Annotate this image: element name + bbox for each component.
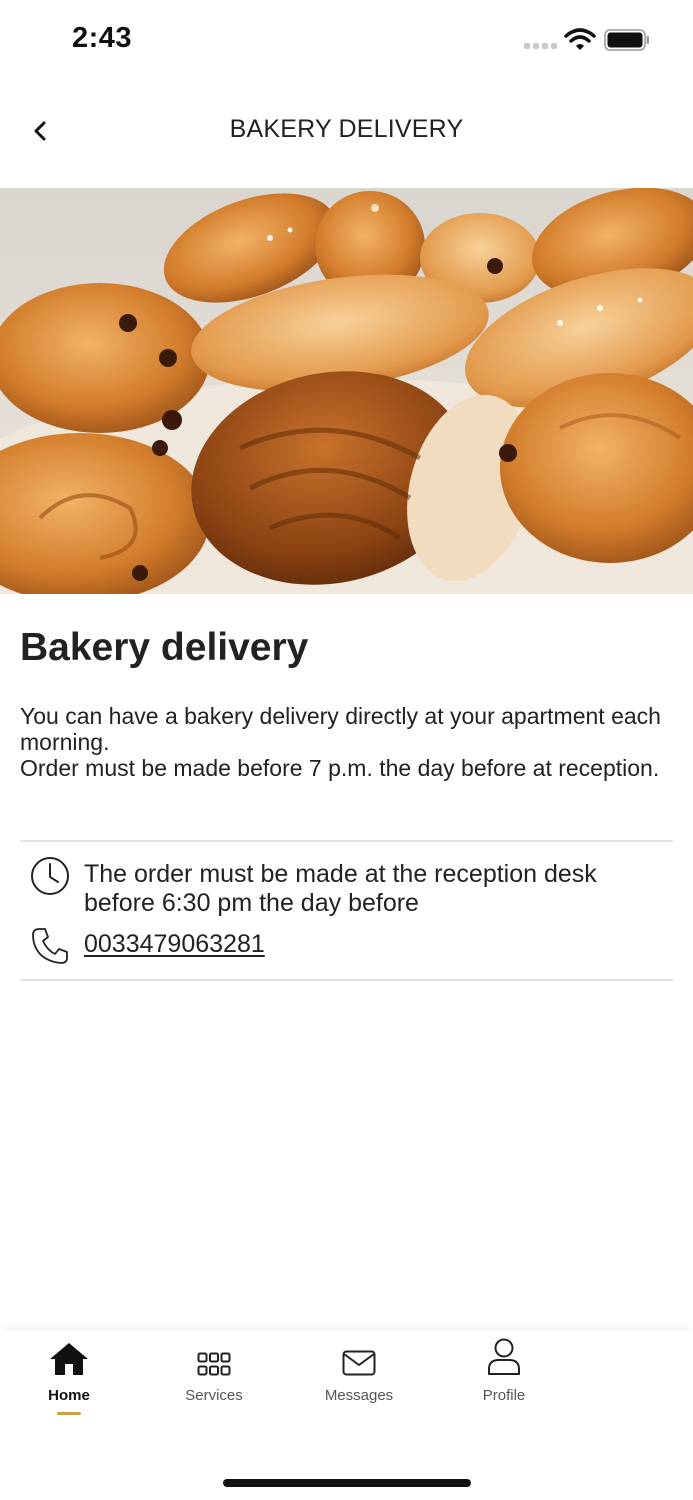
phone-icon (30, 926, 70, 971)
envelope-icon (342, 1350, 376, 1381)
tab-label: Profile (482, 1387, 526, 1404)
order-info-text: The order must be made at the reception … (84, 860, 597, 917)
bottom-tab-bar: Home Services Messages Profile (0, 1331, 693, 1500)
order-info-row: The order must be made at the reception … (20, 856, 673, 922)
battery-icon (604, 29, 650, 51)
description-line: Order must be made before 7 p.m. the day… (20, 755, 660, 781)
home-indicator (223, 1479, 471, 1487)
tab-services[interactable]: Services (159, 1343, 269, 1423)
bakery-hero-image (0, 188, 693, 594)
tab-label: Home (48, 1387, 90, 1404)
divider (20, 840, 673, 842)
tab-label: Services (185, 1387, 243, 1404)
service-description: You can have a bakery delivery directly … (20, 703, 675, 781)
tab-profile[interactable]: Profile (449, 1338, 559, 1423)
tab-messages[interactable]: Messages (304, 1343, 414, 1423)
content-title: Bakery delivery (20, 626, 309, 669)
active-tab-indicator (57, 1412, 81, 1415)
home-icon (49, 1342, 89, 1381)
cellular-signal-icon (524, 43, 558, 49)
page-header-title: BAKERY DELIVERY (229, 115, 464, 143)
navigation-header: BAKERY DELIVERY (0, 95, 693, 170)
phone-row[interactable]: 0033479063281 (20, 926, 673, 966)
tab-label: Messages (324, 1387, 394, 1404)
grid-icon (197, 1352, 231, 1381)
phone-number-link[interactable]: 0033479063281 (84, 930, 265, 958)
clock-icon (30, 856, 70, 901)
status-bar: 2:43 (0, 0, 693, 80)
description-line: You can have a bakery delivery directly … (20, 703, 661, 755)
divider (20, 979, 673, 981)
status-time: 2:43 (72, 22, 133, 54)
user-icon (487, 1338, 521, 1381)
tab-home[interactable]: Home (14, 1343, 124, 1423)
wifi-icon (564, 28, 596, 52)
